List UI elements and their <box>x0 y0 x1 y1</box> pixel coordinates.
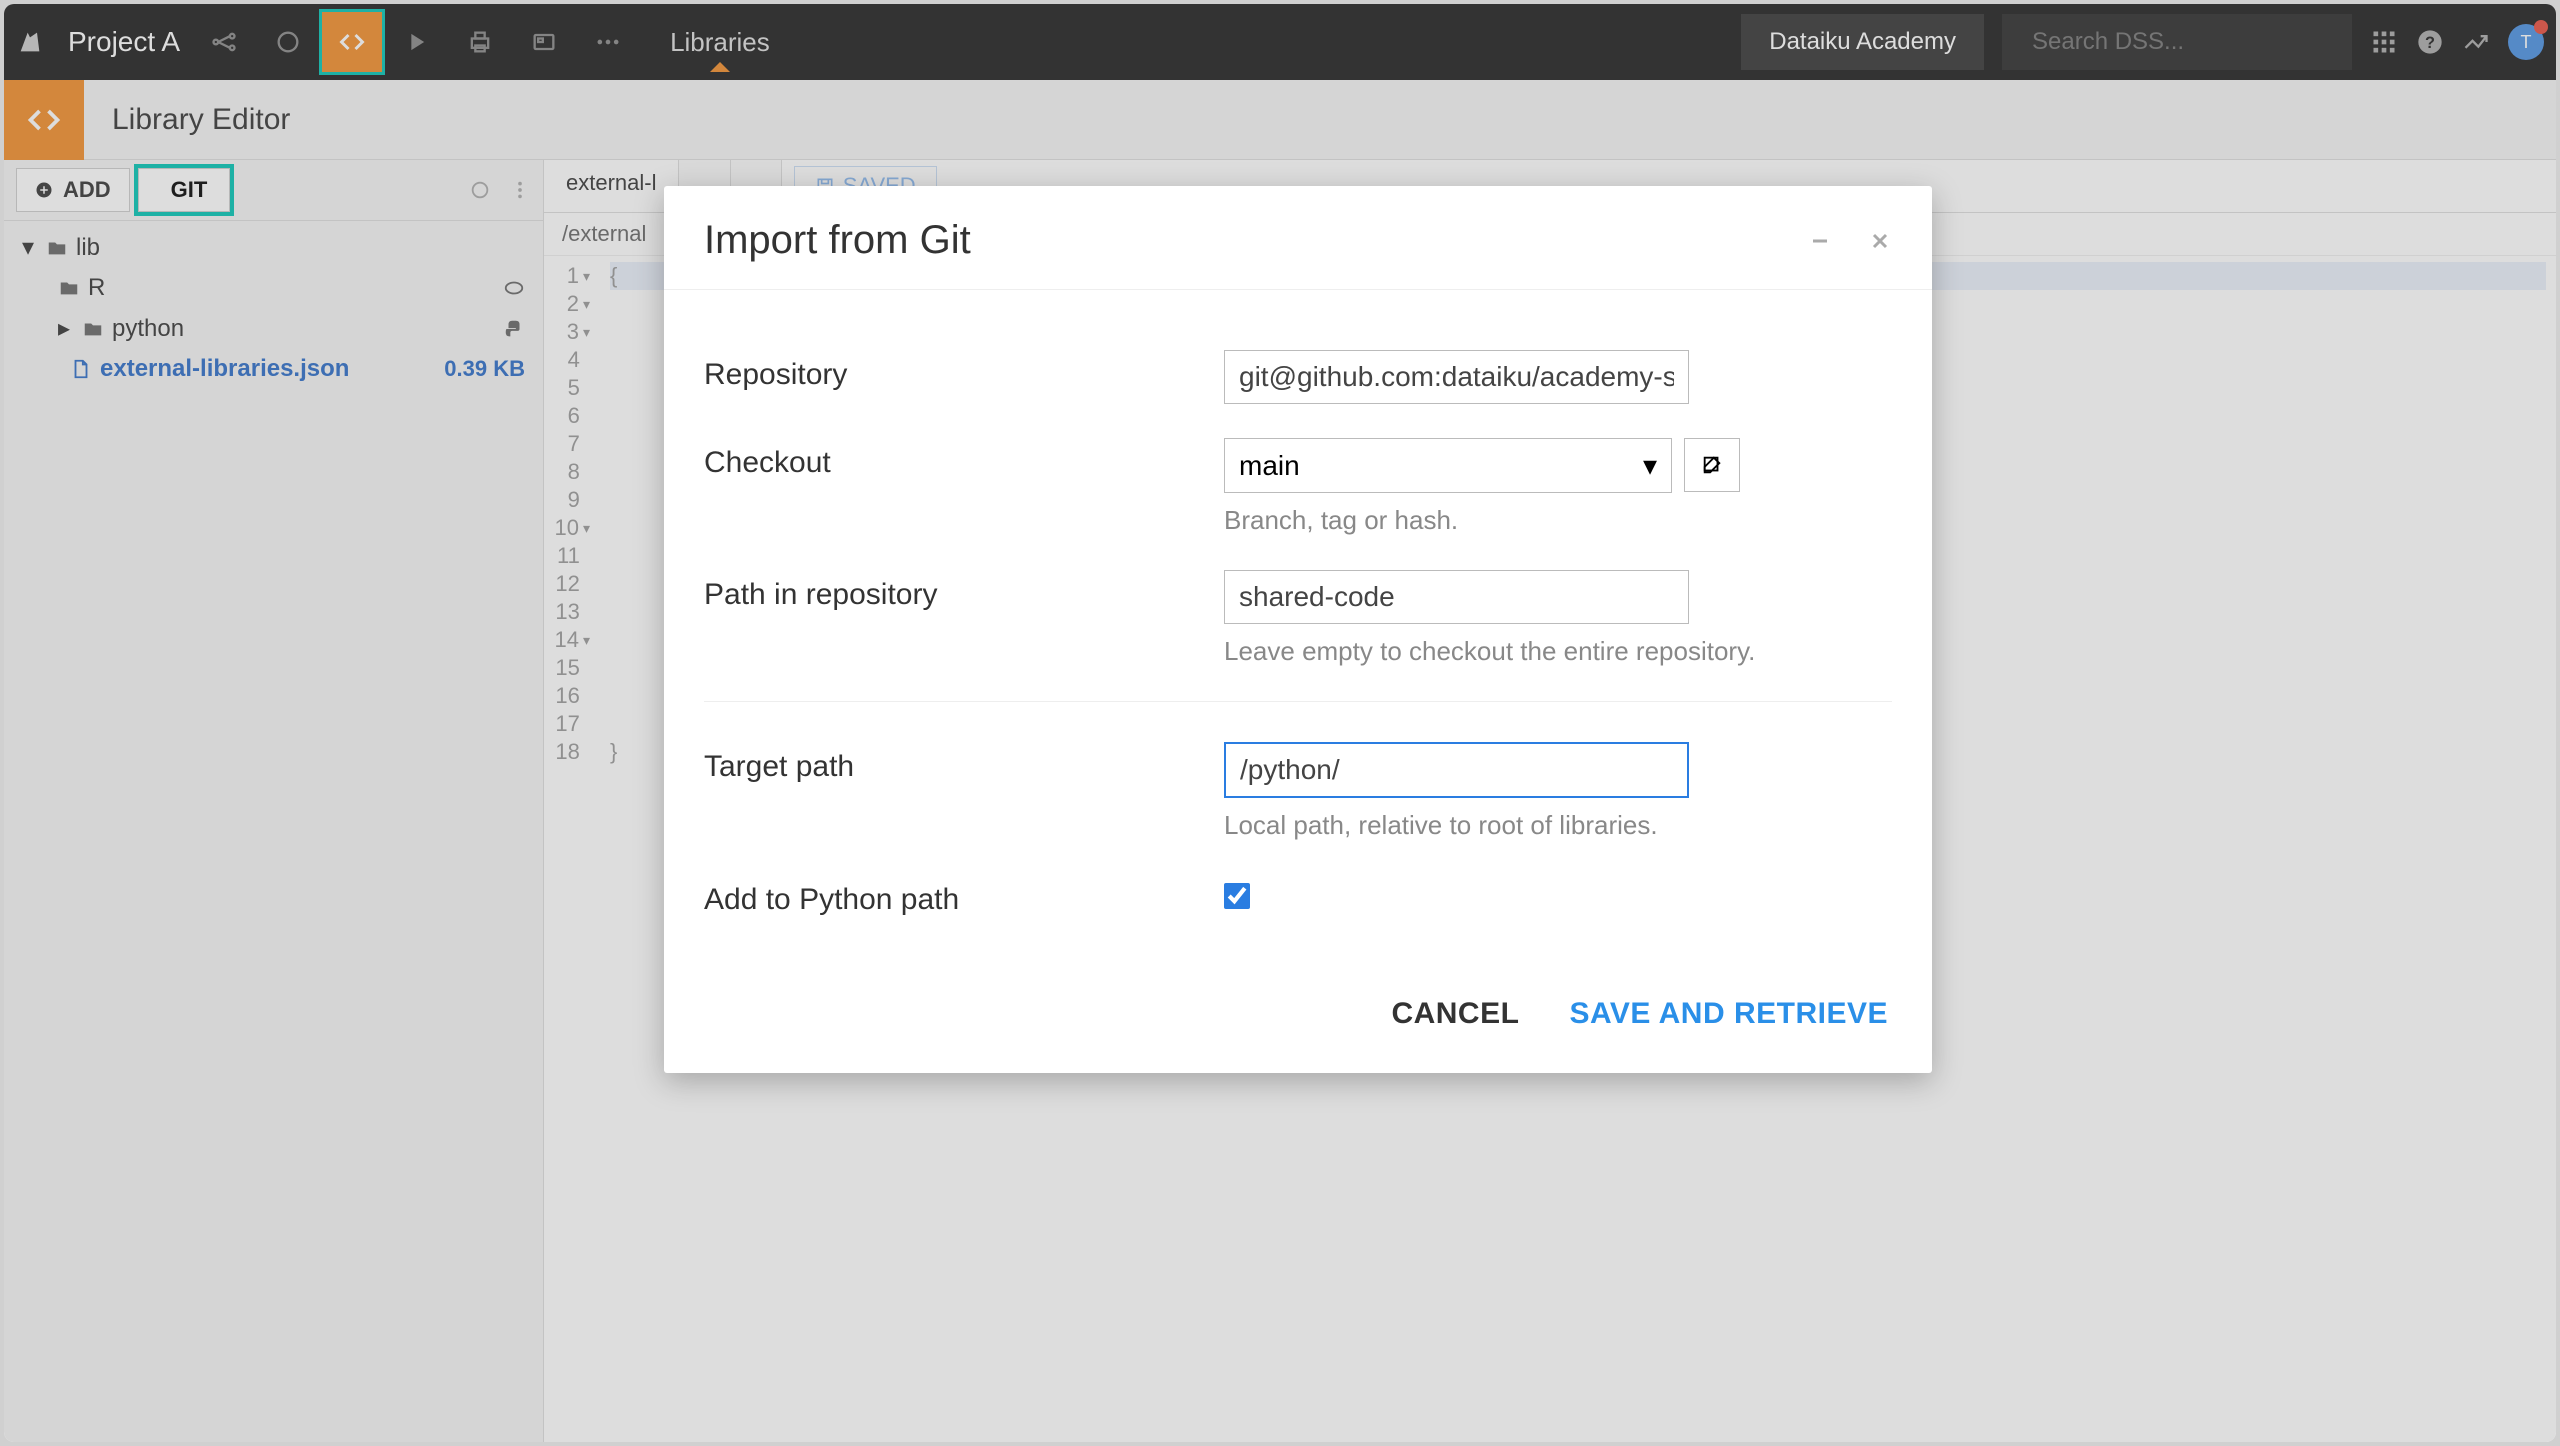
import-git-modal: Import from Git Repository Checkout main <box>664 186 1932 1073</box>
target-help: Local path, relative to root of librarie… <box>1224 810 1892 841</box>
checkout-label: Checkout <box>704 438 1224 480</box>
checkout-value: main <box>1239 450 1300 482</box>
cancel-button[interactable]: CANCEL <box>1391 997 1519 1031</box>
close-icon[interactable] <box>1868 229 1892 253</box>
target-input[interactable] <box>1224 742 1689 798</box>
path-label: Path in repository <box>704 570 1224 612</box>
target-label: Target path <box>704 742 1224 784</box>
path-input[interactable] <box>1224 570 1689 624</box>
chevron-down-icon: ▾ <box>1643 449 1657 482</box>
add-python-label: Add to Python path <box>704 875 1224 917</box>
repository-input[interactable] <box>1224 350 1689 404</box>
edit-icon <box>1701 454 1723 476</box>
add-python-checkbox[interactable] <box>1224 883 1250 909</box>
repository-label: Repository <box>704 350 1224 392</box>
divider <box>704 701 1892 702</box>
save-retrieve-button[interactable]: SAVE AND RETRIEVE <box>1569 997 1888 1031</box>
modal-title: Import from Git <box>704 218 971 263</box>
path-help: Leave empty to checkout the entire repos… <box>1224 636 1892 667</box>
minimize-icon[interactable] <box>1808 229 1832 253</box>
checkout-select[interactable]: main ▾ <box>1224 438 1672 493</box>
checkout-help: Branch, tag or hash. <box>1224 505 1892 536</box>
edit-checkout-button[interactable] <box>1684 438 1740 492</box>
